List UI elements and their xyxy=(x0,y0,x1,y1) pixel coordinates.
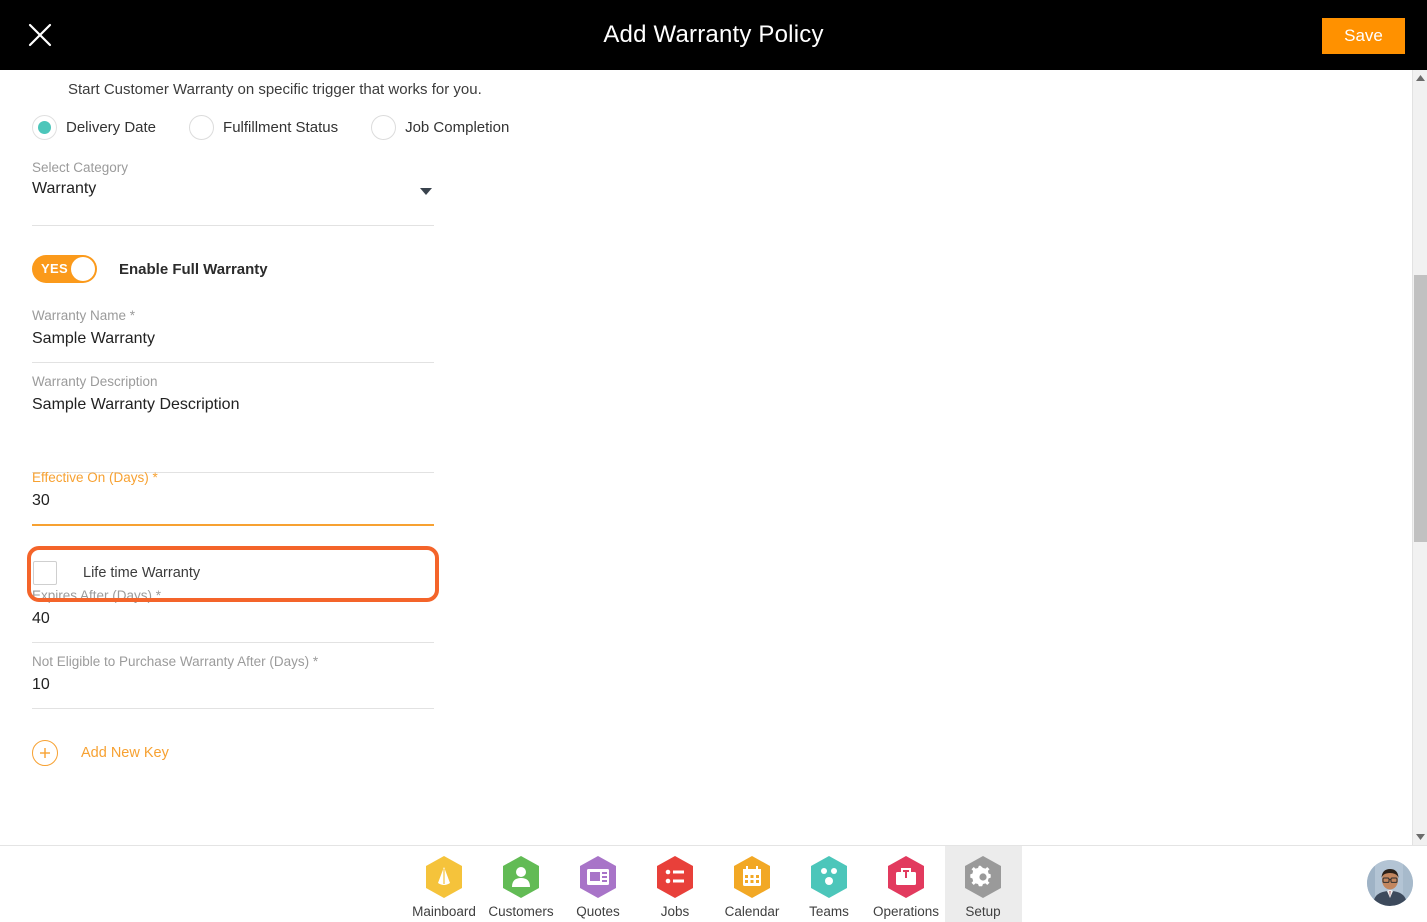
select-category-value: Warranty xyxy=(32,180,97,197)
nav-label: Setup xyxy=(965,904,1001,919)
calendar-icon xyxy=(734,856,770,898)
nav-item-mainboard[interactable]: Mainboard xyxy=(406,846,483,922)
nav-item-quotes[interactable]: Quotes xyxy=(560,846,637,922)
radio-job-completion[interactable]: Job Completion xyxy=(371,115,509,140)
nav-label: Quotes xyxy=(576,904,620,919)
lifetime-warranty-checkbox[interactable] xyxy=(33,561,57,585)
quotes-icon xyxy=(580,856,616,898)
add-new-key-label: Add New Key xyxy=(81,745,169,761)
setup-icon xyxy=(965,856,1001,898)
expires-after-field[interactable]: Expires After (Days) * xyxy=(32,588,434,643)
radio-label: Delivery Date xyxy=(66,119,157,136)
expires-after-label: Expires After (Days) * xyxy=(32,588,162,603)
expires-after-input[interactable] xyxy=(32,608,434,629)
effective-on-input[interactable] xyxy=(32,490,434,511)
nav-item-customers[interactable]: Customers xyxy=(483,846,560,922)
not-eligible-after-field[interactable]: Not Eligible to Purchase Warranty After … xyxy=(32,654,434,709)
scrollbar-thumb[interactable] xyxy=(1414,275,1427,542)
lifetime-warranty-label: Life time Warranty xyxy=(83,565,201,581)
not-eligible-after-input[interactable] xyxy=(32,674,434,695)
nav-item-teams[interactable]: Teams xyxy=(791,846,868,922)
select-category-label: Select Category xyxy=(32,160,129,175)
app-root: Add Warranty Policy Save Start Customer … xyxy=(0,0,1427,922)
avatar[interactable] xyxy=(1367,860,1413,906)
nav-label: Jobs xyxy=(660,904,690,919)
nav-items: Mainboard Customers Quotes Jobs Calendar… xyxy=(0,846,1427,922)
warranty-name-label: Warranty Name * xyxy=(32,308,136,323)
warranty-name-input[interactable] xyxy=(32,328,434,349)
nav-item-operations[interactable]: Operations xyxy=(868,846,945,922)
field-underline xyxy=(32,362,434,363)
vertical-scrollbar[interactable] xyxy=(1412,70,1427,845)
toggle-knob xyxy=(71,257,95,281)
field-underline xyxy=(32,642,434,643)
field-underline xyxy=(32,708,434,709)
modal-header: Add Warranty Policy Save xyxy=(0,0,1427,70)
enable-full-warranty-toggle[interactable]: YES xyxy=(32,255,97,283)
bottom-navigation-bar: Mainboard Customers Quotes Jobs Calendar… xyxy=(0,845,1427,922)
radio-circle-icon xyxy=(32,115,57,140)
customers-icon xyxy=(503,856,539,898)
field-underline-focused xyxy=(32,524,434,526)
nav-label: Mainboard xyxy=(412,904,476,919)
trigger-radio-group: Delivery Date Fulfillment Status Job Com… xyxy=(32,115,542,140)
nav-label: Customers xyxy=(488,904,554,919)
enable-full-warranty-row[interactable]: YES Enable Full Warranty xyxy=(32,255,268,283)
radio-label: Fulfillment Status xyxy=(223,119,339,136)
select-category-field[interactable]: Select Category Warranty xyxy=(32,160,434,226)
warranty-description-input[interactable] xyxy=(32,394,434,415)
plus-circle-icon xyxy=(32,740,58,766)
warranty-description-field[interactable]: Warranty Description xyxy=(32,374,434,473)
radio-circle-icon xyxy=(189,115,215,140)
nav-item-calendar[interactable]: Calendar xyxy=(714,846,791,922)
nav-item-jobs[interactable]: Jobs xyxy=(637,846,714,922)
scroll-down-icon[interactable] xyxy=(1413,829,1427,845)
mainboard-icon xyxy=(426,856,462,898)
lead-instruction-text: Start Customer Warranty on specific trig… xyxy=(68,81,482,98)
toggle-state-text: YES xyxy=(41,261,68,276)
chevron-down-icon[interactable] xyxy=(420,188,432,195)
scroll-up-icon[interactable] xyxy=(1413,70,1427,86)
warranty-description-label: Warranty Description xyxy=(32,374,158,389)
save-button[interactable]: Save xyxy=(1322,18,1405,54)
field-underline xyxy=(32,225,434,226)
effective-on-label: Effective On (Days) * xyxy=(32,470,158,485)
warranty-name-field[interactable]: Warranty Name * xyxy=(32,308,434,363)
nav-item-setup[interactable]: Setup xyxy=(944,846,1022,922)
enable-full-warranty-label: Enable Full Warranty xyxy=(119,260,268,278)
radio-fulfillment-status[interactable]: Fulfillment Status xyxy=(189,115,338,140)
jobs-icon xyxy=(657,856,693,898)
operations-icon xyxy=(888,856,924,898)
nav-label: Calendar xyxy=(724,904,780,919)
form-scroll-area: Start Customer Warranty on specific trig… xyxy=(0,70,1412,845)
nav-label: Operations xyxy=(872,904,940,919)
add-new-key-button[interactable]: Add New Key xyxy=(32,740,169,766)
lifetime-warranty-checkbox-row[interactable]: Life time Warranty xyxy=(33,561,200,585)
nav-label: Teams xyxy=(809,904,849,919)
not-eligible-after-label: Not Eligible to Purchase Warranty After … xyxy=(32,654,319,669)
effective-on-field[interactable]: Effective On (Days) * xyxy=(32,470,434,526)
radio-delivery-date[interactable]: Delivery Date xyxy=(32,115,156,140)
teams-icon xyxy=(811,856,847,898)
radio-circle-icon xyxy=(371,115,397,140)
radio-label: Job Completion xyxy=(405,119,510,136)
page-title: Add Warranty Policy xyxy=(603,21,824,48)
